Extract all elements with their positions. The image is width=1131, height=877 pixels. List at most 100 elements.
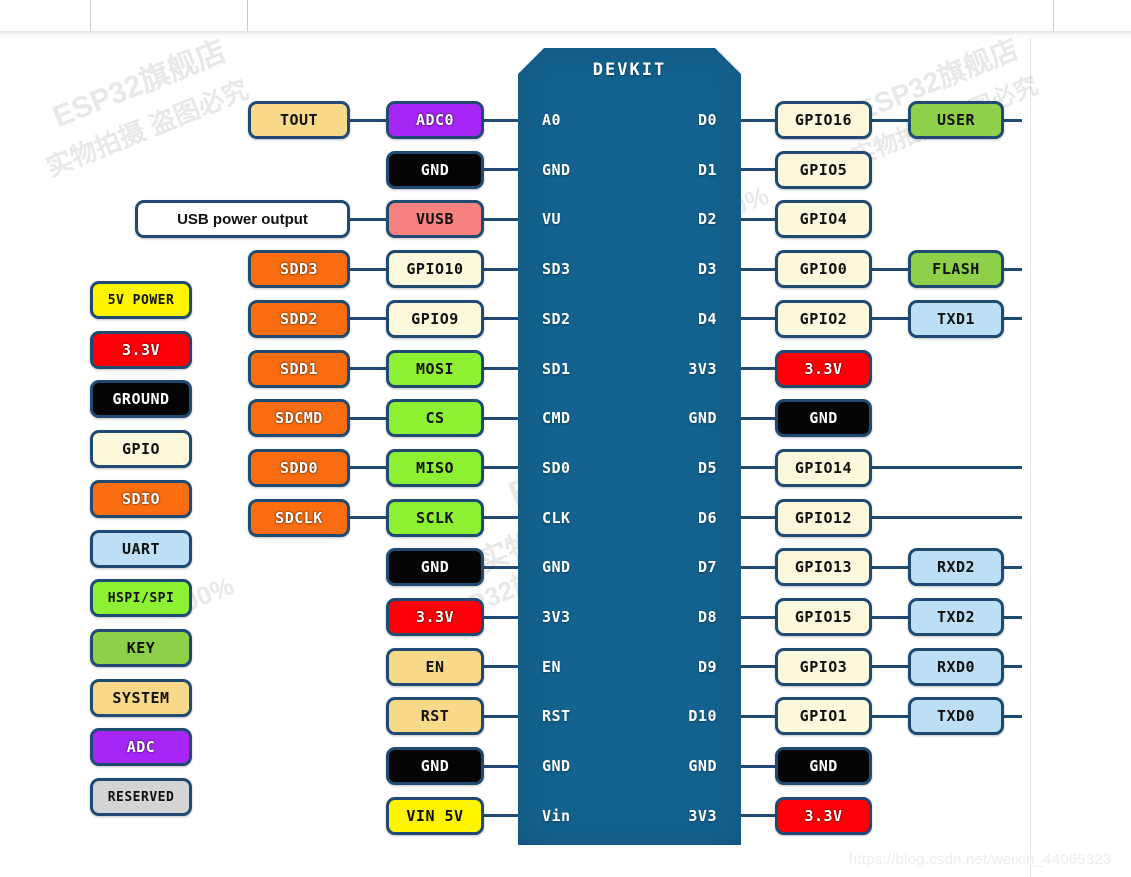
pin-box-txd0: TXD0 — [908, 697, 1004, 736]
board-pad-right-d6: D6 — [697, 508, 717, 527]
board-pad-left-sd3: SD3 — [542, 260, 571, 279]
legend-item-ground: GROUND — [90, 380, 192, 419]
pin-box-sdd2: SDD2 — [248, 299, 350, 338]
pin-box-sdd3: SDD3 — [248, 250, 350, 289]
pin-box-gnd: GND — [386, 747, 484, 786]
wire — [1004, 665, 1022, 669]
pin-box-gpio13: GPIO13 — [775, 548, 872, 587]
pin-box-gnd: GND — [775, 747, 872, 786]
wire — [484, 118, 518, 122]
pin-box-rxd0: RXD0 — [908, 647, 1004, 686]
legend-item-adc: ADC — [90, 728, 192, 767]
legend-item-uart: UART — [90, 529, 192, 568]
pin-box-gpio9: GPIO9 — [386, 299, 484, 338]
board-pad-right-gnd: GND — [688, 757, 717, 776]
wire — [350, 367, 386, 370]
watermark-text: ESP32旗舰店 — [48, 34, 231, 134]
wire — [741, 367, 775, 370]
wire — [484, 416, 518, 420]
pin-box-adc0: ADC0 — [386, 101, 484, 139]
wire — [484, 168, 518, 172]
pin-box-tout: TOUT — [248, 101, 350, 139]
pin-box-gpio14: GPIO14 — [775, 448, 872, 487]
wire — [350, 466, 386, 470]
pin-box-sdd1: SDD1 — [248, 349, 350, 388]
wire — [872, 516, 1022, 520]
pin-box-user: USER — [908, 101, 1004, 139]
board-pad-left-3v3: 3V3 — [542, 608, 571, 626]
pin-box-gpio12: GPIO12 — [775, 498, 872, 537]
pin-box-gpio10: GPIO10 — [386, 250, 484, 289]
board-pad-left-sd1: SD1 — [542, 359, 571, 378]
pin-box-flash: FLASH — [908, 250, 1004, 289]
legend-item-reserved: RESERVED — [90, 778, 192, 816]
wire — [872, 665, 908, 669]
wire — [741, 516, 775, 520]
wire — [484, 317, 518, 321]
wire — [741, 168, 775, 172]
board-pad-right-d5: D5 — [697, 458, 717, 477]
pin-box-cs: CS — [386, 399, 484, 438]
wire — [1004, 317, 1022, 321]
board-pad-right-d4: D4 — [697, 309, 717, 328]
board-pad-left-sd0: SD0 — [542, 458, 571, 477]
board-pad-right-d3: D3 — [697, 260, 717, 279]
pin-box-3-3v: 3.3V — [775, 349, 872, 388]
board-pad-left-a0: A0 — [542, 111, 562, 129]
csdn-watermark: https://blog.csdn.net/weixin_44065323 — [849, 851, 1112, 868]
board-pad-right-d9: D9 — [697, 657, 717, 676]
pin-box-gpio16: GPIO16 — [775, 101, 872, 139]
legend-item-system: SYSTEM — [90, 678, 192, 717]
pin-box-rxd2: RXD2 — [908, 548, 1004, 587]
wire — [484, 516, 518, 520]
pin-box-gnd: GND — [775, 399, 872, 438]
pin-box-gnd: GND — [386, 548, 484, 587]
wire — [484, 714, 518, 718]
pin-box-sdd0: SDD0 — [248, 448, 350, 487]
legend-item-5v-power: 5V POWER — [90, 281, 192, 319]
board-pad-left-gnd: GND — [542, 757, 571, 776]
wire — [741, 317, 775, 321]
board-pad-left-gnd: GND — [542, 558, 571, 577]
page-right-border — [1030, 38, 1031, 877]
pin-box-miso: MISO — [386, 448, 484, 487]
page-top-shadow — [0, 31, 1131, 38]
pin-box-3-3v: 3.3V — [775, 796, 872, 835]
board-pad-left-cmd: CMD — [542, 409, 571, 428]
pin-box-3-3v: 3.3V — [386, 598, 484, 636]
board-pad-right-d1: D1 — [697, 160, 717, 179]
wire — [350, 217, 386, 221]
wire — [484, 814, 518, 818]
board-pad-left-vin: Vin — [542, 806, 571, 825]
board-pad-right-3v3: 3V3 — [688, 359, 717, 378]
wire — [741, 665, 775, 669]
pin-box-txd1: TXD1 — [908, 299, 1004, 338]
wire — [741, 615, 775, 619]
board-pad-right-d7: D7 — [697, 558, 717, 577]
board-pad-left-vu: VU — [542, 210, 562, 229]
wire — [741, 416, 775, 420]
page-caption-clipped — [110, 869, 1000, 877]
watermark-text: 实物拍摄 盗图必究 — [41, 74, 253, 183]
pin-box-txd2: TXD2 — [908, 598, 1004, 636]
wire — [484, 615, 518, 619]
pin-box-gpio0: GPIO0 — [775, 250, 872, 289]
wire — [741, 764, 775, 768]
wire — [350, 267, 386, 271]
wire — [484, 665, 518, 669]
board-pad-right-3v3: 3V3 — [688, 806, 717, 825]
wire — [741, 217, 775, 221]
pin-box-gnd: GND — [386, 150, 484, 189]
pin-box-gpio4: GPIO4 — [775, 200, 872, 239]
board-pad-left-clk: CLK — [542, 508, 571, 527]
board-pad-left-sd2: SD2 — [542, 309, 571, 328]
wire — [350, 516, 386, 520]
wire — [350, 416, 386, 420]
wire — [741, 118, 775, 122]
wire — [484, 367, 518, 370]
pin-box-sdclk: SDCLK — [248, 498, 350, 537]
page-top-strip — [0, 0, 1131, 31]
wire — [741, 267, 775, 271]
wire — [1004, 267, 1022, 271]
wire — [350, 317, 386, 321]
